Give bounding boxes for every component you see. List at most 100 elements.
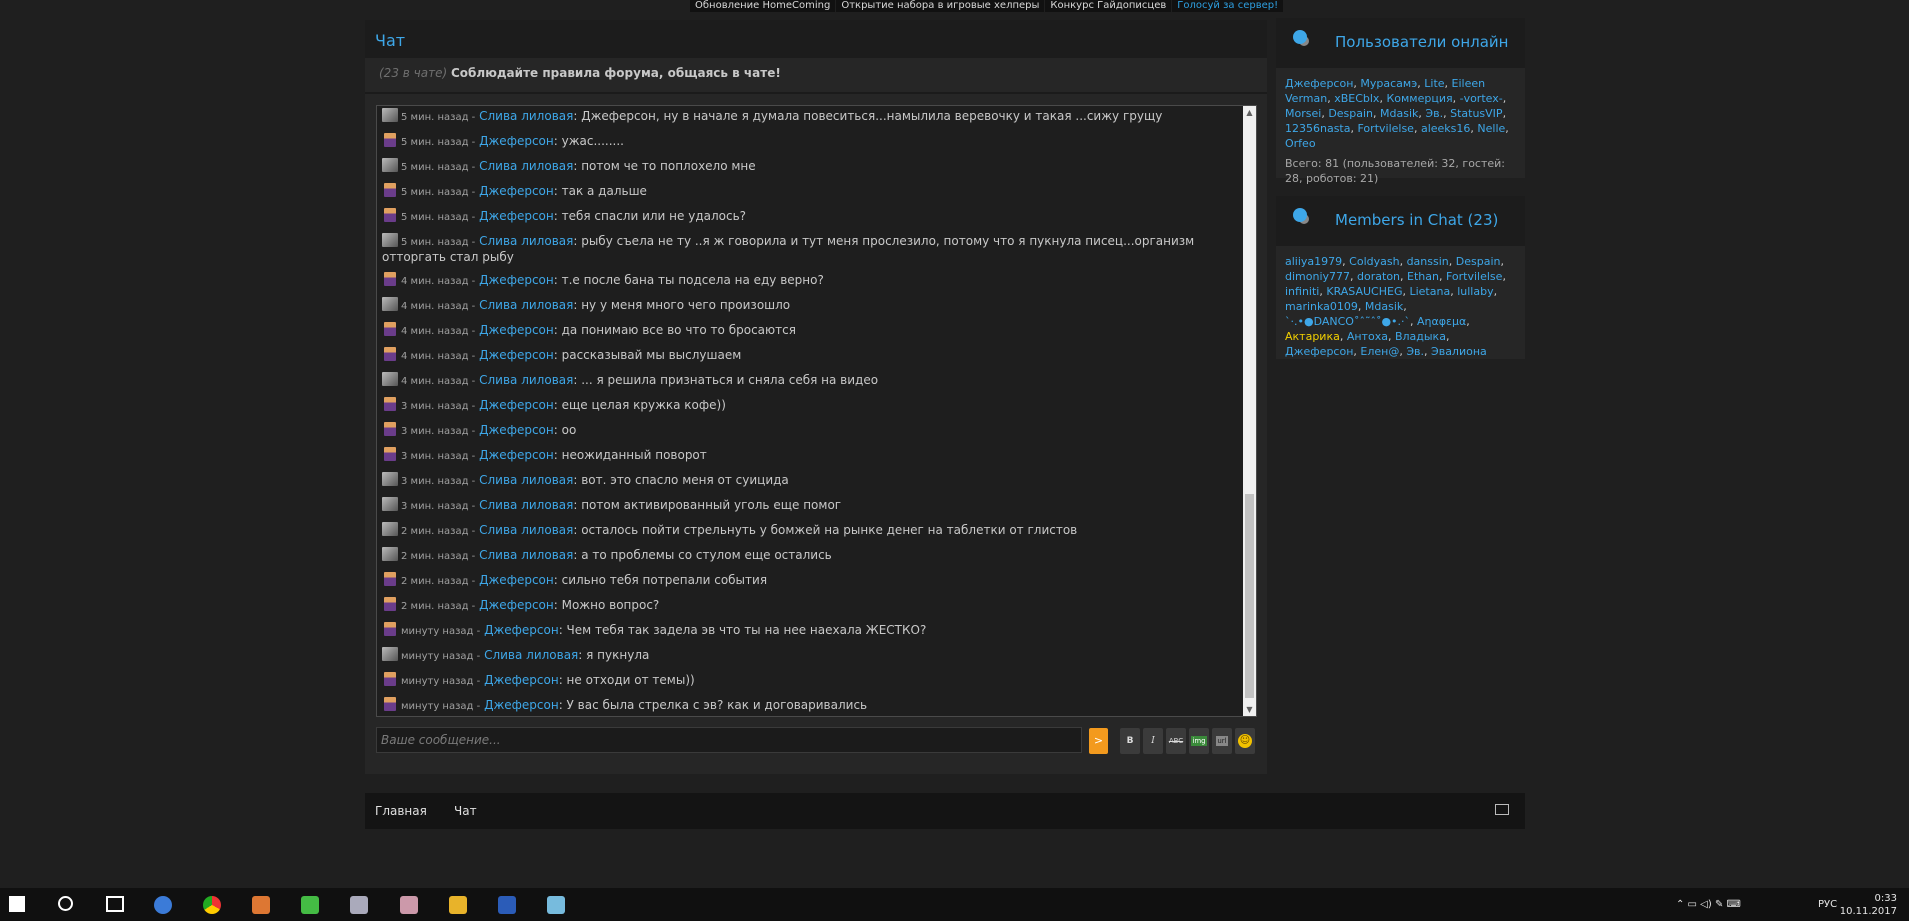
user-link[interactable]: lullaby	[1457, 285, 1493, 298]
app-icon[interactable]	[252, 896, 270, 914]
avatar[interactable]	[384, 622, 396, 636]
message-user[interactable]: Слива лиловая	[479, 373, 573, 387]
message-user[interactable]: Слива лиловая	[479, 159, 573, 173]
user-link[interactable]: `·.•●DANCO˚ˆ˜ˆ˚●•.·`	[1285, 315, 1410, 328]
avatar[interactable]	[384, 272, 396, 286]
avatar[interactable]	[382, 547, 398, 561]
message-user[interactable]: Джеферсон	[484, 698, 559, 712]
user-link[interactable]: Мурасамэ	[1360, 77, 1417, 90]
app-icon[interactable]	[400, 896, 418, 914]
user-link[interactable]: doraton	[1357, 270, 1400, 283]
message-user[interactable]: Джеферсон	[479, 398, 554, 412]
user-link[interactable]: Lite	[1424, 77, 1444, 90]
avatar[interactable]	[382, 233, 398, 247]
app-icon[interactable]	[350, 896, 368, 914]
avatar[interactable]	[384, 322, 396, 336]
avatar[interactable]	[382, 108, 398, 122]
avatar[interactable]	[384, 447, 396, 461]
avatar[interactable]	[382, 472, 398, 486]
user-link[interactable]: Эвалиона	[1431, 345, 1487, 358]
avatar[interactable]	[384, 597, 396, 611]
message-user[interactable]: Джеферсон	[484, 623, 559, 637]
user-link[interactable]: Fortvilelse	[1358, 122, 1414, 135]
user-link[interactable]: Lietana	[1409, 285, 1450, 298]
user-link[interactable]: 12356nasta	[1285, 122, 1351, 135]
user-link[interactable]: Despain	[1456, 255, 1501, 268]
user-link[interactable]: Orfeo	[1285, 137, 1316, 150]
user-link[interactable]: Актарика	[1285, 330, 1340, 343]
avatar[interactable]	[384, 572, 396, 586]
avatar[interactable]	[384, 397, 396, 411]
user-link[interactable]: Эв.	[1406, 345, 1424, 358]
user-link[interactable]: aliiya1979	[1285, 255, 1342, 268]
message-list[interactable]: 5 мин. назад - Слива лиловая: Джеферсон,…	[376, 105, 1257, 717]
nvidia-icon[interactable]	[301, 896, 319, 914]
italic-button[interactable]: I	[1143, 728, 1163, 754]
message-user[interactable]: Джеферсон	[479, 209, 554, 223]
avatar[interactable]	[384, 183, 396, 197]
avatar[interactable]	[384, 672, 396, 686]
nav-home[interactable]: Главная	[375, 804, 427, 818]
message-user[interactable]: Слива лиловая	[479, 548, 573, 562]
message-user[interactable]: Джеферсон	[479, 573, 554, 587]
avatar[interactable]	[382, 497, 398, 511]
message-user[interactable]: Слива лиловая	[479, 498, 573, 512]
user-link[interactable]: KRASAUCHEG	[1326, 285, 1402, 298]
scroll-up-icon[interactable]: ▲	[1243, 106, 1256, 119]
message-user[interactable]: Джеферсон	[479, 184, 554, 198]
language-indicator[interactable]: РУС	[1818, 899, 1837, 910]
avatar[interactable]	[384, 347, 396, 361]
user-link[interactable]: Mdasik	[1380, 107, 1418, 120]
message-user[interactable]: Слива лиловая	[484, 648, 578, 662]
search-icon[interactable]	[58, 896, 73, 911]
avatar[interactable]	[384, 422, 396, 436]
browser-icon[interactable]	[154, 896, 172, 914]
user-link[interactable]: Coldyash	[1349, 255, 1399, 268]
folder-icon[interactable]	[449, 896, 467, 914]
message-user[interactable]: Слива лиловая	[479, 523, 573, 537]
user-link[interactable]: dimoniy777	[1285, 270, 1350, 283]
user-link[interactable]: Коммерция	[1386, 92, 1452, 105]
paint-icon[interactable]	[547, 896, 565, 914]
window-icon[interactable]	[1495, 804, 1509, 815]
message-user[interactable]: Джеферсон	[479, 423, 554, 437]
avatar[interactable]	[382, 297, 398, 311]
user-link[interactable]: Nelle	[1477, 122, 1505, 135]
word-icon[interactable]	[498, 896, 516, 914]
message-user[interactable]: Джеферсон	[479, 448, 554, 462]
task-view-icon[interactable]	[106, 896, 124, 912]
user-link[interactable]: Mdasik	[1365, 300, 1403, 313]
user-link[interactable]: Morsei	[1285, 107, 1321, 120]
message-user[interactable]: Джеферсон	[479, 323, 554, 337]
user-link[interactable]: Антоха	[1347, 330, 1388, 343]
user-link[interactable]: Джеферсон	[1285, 77, 1353, 90]
user-link[interactable]: -vortex-	[1460, 92, 1503, 105]
user-link[interactable]: Ethan	[1407, 270, 1439, 283]
user-link[interactable]: Fortvilelse	[1446, 270, 1502, 283]
message-user[interactable]: Слива лиловая	[479, 109, 573, 123]
message-user[interactable]: Джеферсон	[479, 273, 554, 287]
user-link[interactable]: Эв.	[1425, 107, 1443, 120]
smiley-button[interactable]: ☺	[1235, 728, 1255, 754]
avatar[interactable]	[384, 133, 396, 147]
nav-chat[interactable]: Чат	[454, 804, 477, 818]
message-user[interactable]: Джеферсон	[479, 348, 554, 362]
user-link[interactable]: Despain	[1328, 107, 1373, 120]
avatar[interactable]	[384, 208, 396, 222]
tray-icons[interactable]: ⌃ ▭ ◁) ✎ ⌨	[1676, 899, 1741, 910]
top-link[interactable]: Голосуй за сервер!	[1172, 0, 1284, 12]
user-link[interactable]: Джеферсон	[1285, 345, 1353, 358]
message-user[interactable]: Джеферсон	[479, 598, 554, 612]
strike-button[interactable]: ABC	[1166, 728, 1186, 754]
message-user[interactable]: Слива лиловая	[479, 234, 573, 248]
user-link[interactable]: marinka0109	[1285, 300, 1358, 313]
message-user[interactable]: Джеферсон	[484, 673, 559, 687]
avatar[interactable]	[382, 158, 398, 172]
send-button[interactable]: >	[1089, 728, 1108, 754]
user-link[interactable]: xBECblx	[1334, 92, 1379, 105]
avatar[interactable]	[382, 522, 398, 536]
top-link[interactable]: Обновление HomeComing	[690, 0, 836, 12]
chrome-icon[interactable]	[203, 896, 221, 914]
user-link[interactable]: infiniti	[1285, 285, 1319, 298]
top-link[interactable]: Открытие набора в игровые хелперы	[836, 0, 1045, 12]
